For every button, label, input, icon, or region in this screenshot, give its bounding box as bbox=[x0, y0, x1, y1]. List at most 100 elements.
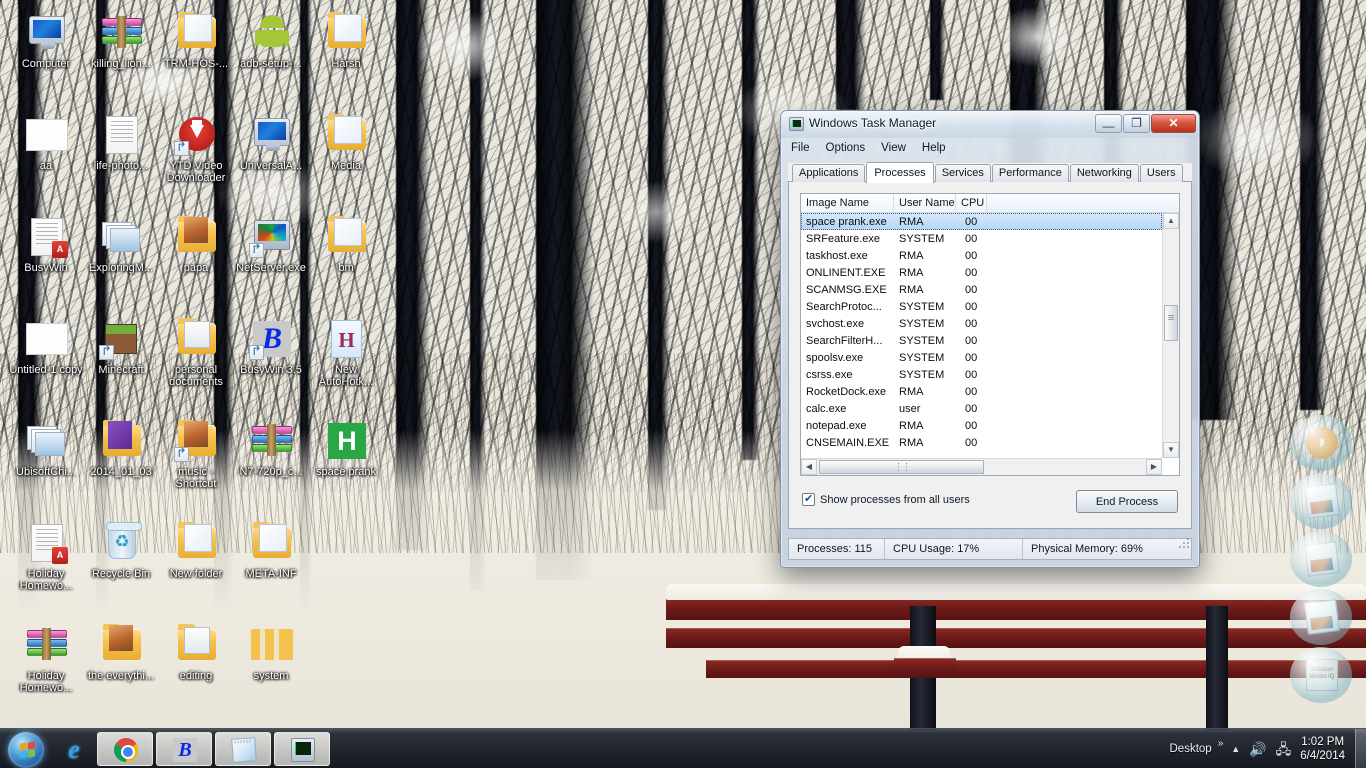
show-hidden-icons-icon[interactable]: ▲ bbox=[1231, 744, 1240, 754]
desktop-icon-2014-01-03[interactable]: 2014_01_03 bbox=[83, 418, 159, 478]
menu-item-help[interactable]: Help bbox=[922, 142, 946, 154]
process-row[interactable]: notepad.exe RMA 00 bbox=[801, 417, 1162, 434]
desktop-icon-trm-hos[interactable]: TRM-HOS-... bbox=[158, 10, 234, 70]
process-row[interactable]: RocketDock.exe RMA 00 bbox=[801, 383, 1162, 400]
process-vertical-scrollbar[interactable]: ▲ ▼ bbox=[1162, 213, 1179, 458]
desktop-icon-holiday-homewo[interactable]: Holiday Homewo... bbox=[8, 622, 84, 694]
column-header-user-name[interactable]: User Name bbox=[894, 194, 956, 212]
menu-item-options[interactable]: Options bbox=[826, 142, 866, 154]
process-row[interactable]: csrss.exe SYSTEM 00 bbox=[801, 366, 1162, 383]
desktop-icon-untitled-1-copy[interactable]: Untitled-1 copy bbox=[8, 316, 84, 376]
task-manager-titlebar[interactable]: Windows Task Manager — ❐ ✕ bbox=[781, 111, 1199, 138]
tab-processes[interactable]: Processes bbox=[866, 162, 934, 183]
process-row[interactable]: SCANMSG.EXE RMA 00 bbox=[801, 281, 1162, 298]
chevron-overflow-icon[interactable]: » bbox=[1218, 738, 1224, 749]
desktop-icon-space-prank[interactable]: Hspace prank bbox=[308, 418, 384, 478]
tab-users[interactable]: Users bbox=[1139, 164, 1183, 182]
taskbar-busywin[interactable]: B bbox=[156, 731, 212, 766]
desktop-icon-ubisoftchi[interactable]: UbisoftChi... bbox=[8, 418, 84, 478]
process-row[interactable]: SearchFilterH... SYSTEM 00 bbox=[801, 332, 1162, 349]
gallery-dock-icon[interactable] bbox=[1290, 589, 1356, 645]
network-icon[interactable]: 🖧 bbox=[1276, 742, 1292, 756]
desktop-icon-media[interactable]: Media bbox=[308, 112, 384, 172]
desktop-icon-adb-setup[interactable]: adb-setup-... bbox=[233, 10, 309, 70]
desktop-icon-killing-lion[interactable]: killing_lion... bbox=[83, 10, 159, 70]
tab-strip[interactable]: Applications Processes Services Performance… bbox=[788, 162, 1192, 183]
clock[interactable]: 1:02 PM 6/4/2014 bbox=[1300, 735, 1345, 763]
minimize-button[interactable]: — bbox=[1095, 114, 1122, 133]
column-header-spacer[interactable] bbox=[987, 194, 1179, 212]
process-row[interactable]: SearchProtoc... SYSTEM 00 bbox=[801, 298, 1162, 315]
rocketdock[interactable]: ◗ Solution Works IQ bbox=[1290, 415, 1360, 705]
process-list-container[interactable]: Image Name User Name CPU space prank.exe… bbox=[800, 193, 1180, 476]
process-row[interactable]: space prank.exe RMA 00 bbox=[801, 213, 1162, 230]
process-column-headers[interactable]: Image Name User Name CPU bbox=[801, 194, 1179, 213]
desktop-icon-meta-inf[interactable]: META-INF bbox=[233, 520, 309, 580]
desktop-icon-holiday-homewo[interactable]: A Holiday Homewo... bbox=[8, 520, 84, 592]
taskbar[interactable]: e B Desktop » ▲ 🔊 🖧 1:02 PM 6/4/2014 bbox=[0, 728, 1366, 768]
process-row[interactable]: taskhost.exe RMA 00 bbox=[801, 247, 1162, 264]
taskbar-chrome[interactable] bbox=[97, 731, 153, 766]
desktop-icon-computer[interactable]: Computer bbox=[8, 10, 84, 70]
process-rows[interactable]: space prank.exe RMA 00 SRFeature.exe SYSTEM 0… bbox=[801, 213, 1162, 458]
photo-dock-icon[interactable] bbox=[1290, 473, 1356, 529]
process-row[interactable]: SRFeature.exe SYSTEM 00 bbox=[801, 230, 1162, 247]
task-manager-window[interactable]: Windows Task Manager — ❐ ✕ File Options Vi… bbox=[780, 110, 1200, 568]
tab-networking[interactable]: Networking bbox=[1069, 164, 1139, 182]
desktop-icon-aa[interactable]: aa bbox=[8, 112, 84, 172]
picture-dock-icon[interactable] bbox=[1290, 531, 1356, 587]
desktop-icon-new-folder[interactable]: New folder bbox=[158, 520, 234, 580]
desktop-icon-netserver-exe[interactable]: NetServer.exe bbox=[233, 214, 309, 274]
menu-item-file[interactable]: File bbox=[791, 142, 810, 154]
process-row[interactable]: CNSEMAIN.EXE RMA 00 bbox=[801, 434, 1162, 451]
process-row[interactable]: ONLINENT.EXE RMA 00 bbox=[801, 264, 1162, 281]
tab-services[interactable]: Services bbox=[934, 164, 991, 182]
desktop-icon-the-everythi[interactable]: the everythi... bbox=[83, 622, 159, 682]
process-horizontal-scrollbar[interactable]: ◀ ▶ bbox=[801, 458, 1162, 475]
start-button[interactable] bbox=[0, 730, 54, 768]
taskbar-taskmgr[interactable] bbox=[274, 731, 330, 766]
internet-explorer-icon[interactable]: e bbox=[54, 730, 94, 768]
desktop-icon-bm[interactable]: bm bbox=[308, 214, 384, 274]
show-all-users-checkbox[interactable] bbox=[802, 492, 815, 506]
desktop-icon-new-autohotk[interactable]: H New AutoHotk... bbox=[308, 316, 384, 388]
taskbar-notepad[interactable] bbox=[215, 731, 271, 766]
scroll-right-icon[interactable]: ▶ bbox=[1146, 459, 1162, 475]
close-button[interactable]: ✕ bbox=[1151, 114, 1196, 133]
desktop-icon-ytd-video-downloader[interactable]: YTD Video Downloader bbox=[158, 112, 234, 184]
end-process-button[interactable]: End Process bbox=[1076, 490, 1178, 513]
scroll-up-icon[interactable]: ▲ bbox=[1163, 213, 1179, 229]
desktop-icon-personal-documents[interactable]: personal documents bbox=[158, 316, 234, 388]
process-row[interactable]: calc.exe user 00 bbox=[801, 400, 1162, 417]
tab-applications[interactable]: Applications bbox=[792, 164, 866, 182]
desktop[interactable]: Computer killing_lion... TRM-HOS-... adb-se… bbox=[0, 0, 1366, 768]
column-header-cpu[interactable]: CPU bbox=[956, 194, 987, 212]
process-row[interactable]: svchost.exe SYSTEM 00 bbox=[801, 315, 1162, 332]
wifi-dock-icon[interactable]: ◗ bbox=[1290, 415, 1356, 471]
column-header-image-name[interactable]: Image Name bbox=[801, 194, 894, 212]
desktop-icon-editing[interactable]: editing bbox=[158, 622, 234, 682]
menu-item-view[interactable]: View bbox=[881, 142, 906, 154]
desktop-icon-music-shortcut[interactable]: music - Shortcut bbox=[158, 418, 234, 490]
show-all-users-row[interactable]: Show processes from all users bbox=[802, 492, 970, 506]
desktop-icon-universala[interactable]: UniversalA... bbox=[233, 112, 309, 172]
scroll-left-icon[interactable]: ◀ bbox=[801, 459, 817, 475]
desktop-icon-busywin-3-5[interactable]: B BusyWin 3.5 bbox=[233, 316, 309, 376]
desktop-icon-recycle-bin[interactable]: Recycle Bin bbox=[83, 520, 159, 580]
solution-dock-icon[interactable]: Solution Works IQ bbox=[1290, 647, 1356, 703]
system-tray[interactable]: Desktop » ▲ 🔊 🖧 1:02 PM 6/4/2014 bbox=[1170, 728, 1366, 768]
desktop-icon-busywin[interactable]: A BusyWin bbox=[8, 214, 84, 274]
resize-grip-icon[interactable] bbox=[1177, 538, 1189, 558]
maximize-button[interactable]: ❐ bbox=[1123, 114, 1150, 133]
desktop-icon-system[interactable]: system bbox=[233, 622, 309, 682]
horizontal-scroll-thumb[interactable] bbox=[819, 460, 984, 474]
tab-performance[interactable]: Performance bbox=[991, 164, 1069, 182]
desktop-icon-life-photo[interactable]: life-photo... bbox=[83, 112, 159, 172]
desktop-icon-papa[interactable]: papa bbox=[158, 214, 234, 274]
show-desktop-button[interactable] bbox=[1355, 728, 1366, 768]
vertical-scroll-thumb[interactable] bbox=[1164, 305, 1178, 341]
volume-icon[interactable]: 🔊 bbox=[1249, 742, 1266, 756]
scroll-down-icon[interactable]: ▼ bbox=[1163, 442, 1179, 458]
process-row[interactable]: spoolsv.exe SYSTEM 00 bbox=[801, 349, 1162, 366]
menu-bar[interactable]: File Options View Help bbox=[781, 138, 1199, 158]
